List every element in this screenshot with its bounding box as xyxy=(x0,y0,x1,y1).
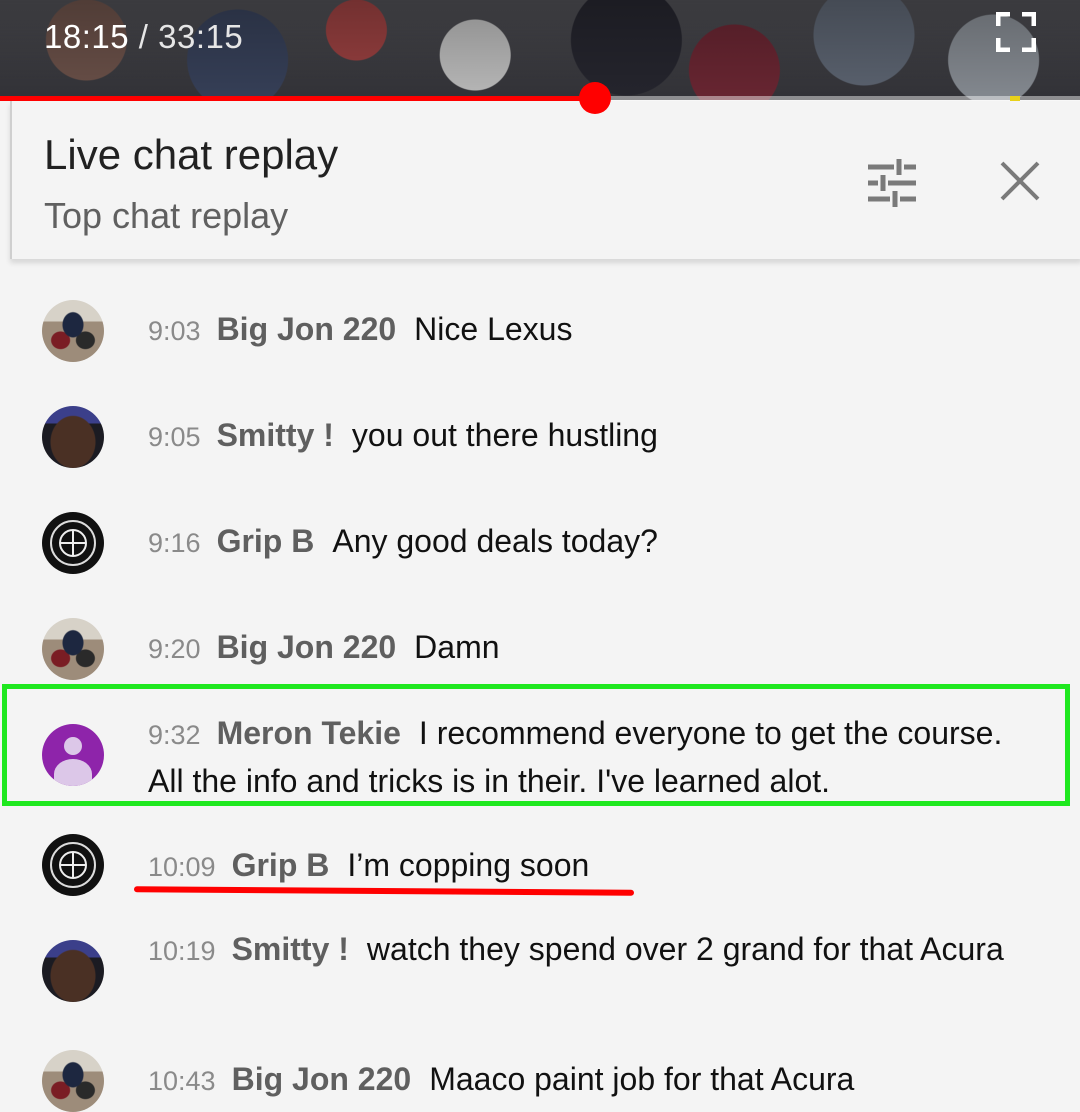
message-timestamp: 9:03 xyxy=(148,316,201,346)
fullscreen-icon[interactable] xyxy=(996,12,1036,52)
chat-message-list[interactable]: 9:03 Big Jon 220 Nice Lexus 9:05 Smitty ! yo… xyxy=(0,266,1080,1112)
tune-sliders-icon[interactable] xyxy=(866,157,918,209)
message-author[interactable]: Smitty ! xyxy=(217,417,334,453)
scrubber-handle[interactable] xyxy=(578,82,611,114)
message-timestamp: 9:05 xyxy=(148,422,201,452)
grip-b-avatar[interactable] xyxy=(42,834,104,896)
message-text: watch they spend over 2 grand for that A… xyxy=(366,931,1004,967)
big-jon-avatar[interactable] xyxy=(42,1050,104,1112)
progress-fill xyxy=(0,96,595,101)
message-text: Maaco paint job for that Acura xyxy=(429,1061,855,1097)
grip-b-avatar[interactable] xyxy=(42,512,104,574)
ad-marker xyxy=(1010,96,1020,101)
chat-mode-selector[interactable]: Top chat replay xyxy=(44,195,288,237)
message-author[interactable]: Big Jon 220 xyxy=(232,1061,412,1097)
message-line: 10:43 Big Jon 220 Maaco paint job for that… xyxy=(148,1056,1040,1104)
message-timestamp: 10:09 xyxy=(148,852,216,882)
message-line: 9:20 Big Jon 220 Damn xyxy=(148,624,1040,672)
message-text: you out there hustling xyxy=(351,417,658,453)
message-line: 10:09 Grip B I’m copping soon xyxy=(148,842,1040,890)
message-author[interactable]: Big Jon 220 xyxy=(217,311,397,347)
message-text: Damn xyxy=(414,629,500,665)
video-player[interactable]: 18:15 / 33:15 xyxy=(0,0,1080,114)
message-author[interactable]: Grip B xyxy=(217,523,315,559)
current-time: 18:15 xyxy=(44,18,130,55)
message-line: 9:05 Smitty ! you out there hustling xyxy=(148,412,1040,460)
close-icon[interactable] xyxy=(998,159,1042,203)
message-author[interactable]: Big Jon 220 xyxy=(217,629,397,665)
duration: 33:15 xyxy=(158,18,244,55)
message-author[interactable]: Grip B xyxy=(232,847,330,883)
chat-header: Live chat replay Top chat replay xyxy=(10,101,1080,259)
message-timestamp: 10:19 xyxy=(148,936,216,966)
message-text: Any good deals today? xyxy=(332,523,658,559)
message-timestamp: 9:16 xyxy=(148,528,201,558)
message-timestamp: 10:43 xyxy=(148,1066,216,1096)
smitty-avatar[interactable] xyxy=(42,940,104,1002)
message-author[interactable]: Smitty ! xyxy=(232,931,349,967)
big-jon-avatar[interactable] xyxy=(42,618,104,680)
time-separator: / xyxy=(129,18,159,55)
time-display: 18:15 / 33:15 xyxy=(44,18,243,56)
green-highlight-box xyxy=(2,684,1070,806)
chat-title[interactable]: Live chat replay xyxy=(44,131,338,179)
progress-bar[interactable] xyxy=(0,82,1080,114)
message-timestamp: 9:20 xyxy=(148,634,201,664)
message-line: 10:19 Smitty ! watch they spend over 2 gra… xyxy=(148,926,1040,974)
message-text: I’m copping soon xyxy=(347,847,590,883)
big-jon-avatar[interactable] xyxy=(42,300,104,362)
smitty-avatar[interactable] xyxy=(42,406,104,468)
message-line: 9:16 Grip B Any good deals today? xyxy=(148,518,1040,566)
message-text: Nice Lexus xyxy=(414,311,573,347)
message-line: 9:03 Big Jon 220 Nice Lexus xyxy=(148,306,1040,354)
